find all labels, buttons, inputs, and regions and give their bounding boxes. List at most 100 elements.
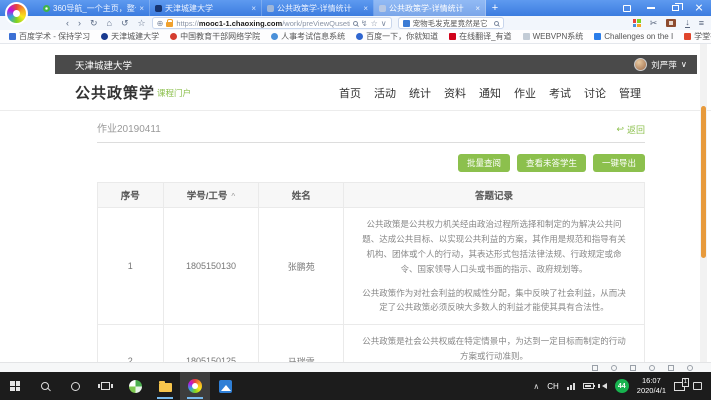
file-explorer-button[interactable]	[150, 372, 180, 400]
view-unanswered-button[interactable]: 查看未答学生	[517, 154, 586, 172]
browser-app-button[interactable]	[180, 372, 210, 400]
start-button[interactable]	[0, 372, 30, 400]
tab-close-icon[interactable]: ×	[475, 4, 480, 13]
tray-chevron-up-icon[interactable]: ∧	[533, 382, 539, 391]
sort-asc-icon[interactable]: ^	[231, 192, 235, 201]
tray-clock[interactable]: 16:07 2020/4/1	[637, 376, 666, 396]
nav-activity[interactable]: 活动	[374, 85, 396, 101]
bookmark-item[interactable]: 百度一下，你就知道	[356, 31, 438, 42]
notification-center-icon[interactable]	[693, 382, 702, 390]
nav-homework[interactable]: 作业	[514, 85, 536, 101]
apps-grid-icon[interactable]	[633, 19, 641, 27]
taskbar-search-button[interactable]	[30, 372, 60, 400]
volume-icon[interactable]	[602, 383, 607, 389]
search-box[interactable]: 宠物毛发克星竟然是它	[398, 17, 504, 29]
tab-favicon-icon	[267, 5, 274, 12]
video-tool-icon[interactable]	[666, 19, 676, 27]
skin-icon	[623, 5, 631, 12]
cortana-button[interactable]	[60, 372, 90, 400]
windows-taskbar: ∧ CH 44 16:07 2020/4/1 1	[0, 372, 711, 400]
home-icon[interactable]: ⌂	[107, 19, 112, 28]
avatar	[634, 58, 647, 71]
folder-icon	[159, 383, 172, 392]
tab-close-icon[interactable]: ×	[251, 4, 256, 13]
search-suggestion-text[interactable]: 宠物毛发克星竟然是它	[413, 18, 491, 29]
antivirus-app-button[interactable]	[120, 372, 150, 400]
course-portal-link[interactable]: 课程门户	[157, 87, 191, 99]
minimize-icon	[647, 7, 655, 9]
screenshot-scissors-icon[interactable]: ✂	[650, 18, 658, 29]
nav-manage[interactable]: 管理	[619, 85, 641, 101]
theme-skin-button[interactable]	[615, 0, 639, 16]
tab-university[interactable]: 天津城建大学 ×	[150, 0, 262, 16]
battery-icon[interactable]	[583, 383, 594, 389]
quick-share-icon[interactable]	[592, 365, 598, 371]
quick-mute-icon[interactable]	[649, 365, 655, 371]
minimize-button[interactable]	[639, 0, 663, 16]
bookmark-star-icon[interactable]: ☆	[371, 19, 378, 28]
browser-bottom-bar	[0, 362, 711, 372]
quick-print-icon[interactable]	[630, 365, 636, 371]
tab-stats-active[interactable]: 公共政策学-详情统计 ×	[374, 0, 486, 16]
bookmark-item[interactable]: 学堂在线 - FMGate	[684, 31, 711, 42]
language-indicator[interactable]: CH	[547, 382, 559, 391]
favorite-icon[interactable]: ☆	[138, 19, 146, 28]
back-link[interactable]: ↩ 返回	[616, 123, 645, 136]
quick-panel-icon[interactable]	[668, 365, 674, 371]
tab-360-nav[interactable]: 360导航_一个主页，整个世界 ×	[38, 0, 150, 16]
history-icon[interactable]: ↺	[121, 19, 129, 28]
forward-icon[interactable]: ›	[78, 19, 81, 28]
page-scrollbar[interactable]	[700, 44, 707, 362]
browser-logo-icon[interactable]	[5, 2, 28, 25]
tab-close-icon[interactable]: ×	[363, 4, 368, 13]
bookmark-item[interactable]: WEBVPN系统	[523, 31, 584, 42]
back-icon[interactable]: ‹	[66, 19, 69, 28]
download-icon[interactable]: ↓	[685, 18, 690, 28]
bookmark-item[interactable]: 在线翻译_有道	[449, 31, 511, 42]
quick-zoom-icon[interactable]	[687, 365, 693, 371]
tab-stats-1[interactable]: 公共政策学-详情统计 ×	[262, 0, 374, 16]
tab-favicon-icon	[155, 5, 162, 12]
task-view-button[interactable]	[90, 372, 120, 400]
bookmark-item[interactable]: Challenges on the I	[594, 32, 673, 41]
cell-student-id: 1805150130	[163, 208, 259, 325]
refresh-icon[interactable]: ↻	[90, 19, 98, 28]
window-stack-icon[interactable]: 1	[674, 382, 685, 391]
bookmark-favicon-icon	[449, 33, 456, 40]
bookmark-item[interactable]: 人事考试信息系统	[271, 31, 345, 42]
nav-exam[interactable]: 考试	[549, 85, 571, 101]
bookmark-item[interactable]: 百度学术 - 保持学习	[9, 31, 90, 42]
nav-stats[interactable]: 统计	[409, 85, 431, 101]
user-menu[interactable]: 刘严萍 ∨	[634, 58, 687, 71]
cell-no: 1	[98, 208, 164, 325]
header-student-id[interactable]: 学号/工号^	[163, 183, 259, 208]
address-bar[interactable]: ⊕ https://mooc1-1.chaoxing.com/work/preV…	[152, 17, 392, 29]
photos-app-button[interactable]	[210, 372, 240, 400]
acceleration-ball[interactable]: 44	[615, 379, 629, 393]
bookmark-item[interactable]: 中国教育干部网络学院	[170, 31, 260, 42]
menu-icon[interactable]: ≡	[699, 18, 704, 28]
bookmark-item[interactable]: 天津城建大学	[101, 31, 159, 42]
pinwheel-icon	[129, 380, 142, 393]
bookmark-favicon-icon	[170, 33, 177, 40]
nav-home[interactable]: 首页	[339, 85, 361, 101]
answers-table: 序号 学号/工号^ 姓名 答题记录 1 1805150130 张鹏苑 公共政策是…	[97, 182, 645, 362]
nav-notice[interactable]: 通知	[479, 85, 501, 101]
export-button[interactable]: 一键导出	[593, 154, 645, 172]
quick-capture-icon[interactable]	[611, 365, 617, 371]
batch-review-button[interactable]: 批量查阅	[458, 154, 510, 172]
url-text[interactable]: https://mooc1-1.chaoxing.com/work/preVie…	[176, 19, 350, 28]
close-button[interactable]	[687, 0, 711, 16]
shield-icon[interactable]: ⊕	[157, 19, 164, 28]
url-dropdown-icon[interactable]: ∨	[381, 19, 387, 28]
tab-close-icon[interactable]: ×	[139, 4, 144, 13]
speed-mode-icon[interactable]: ↯	[361, 19, 368, 28]
network-icon[interactable]	[567, 383, 575, 390]
search-in-page-icon[interactable]	[353, 21, 358, 26]
scrollbar-thumb[interactable]	[701, 106, 706, 258]
search-icon[interactable]	[494, 21, 499, 26]
nav-materials[interactable]: 资料	[444, 85, 466, 101]
nav-discussion[interactable]: 讨论	[584, 85, 606, 101]
restore-button[interactable]	[663, 0, 687, 16]
new-tab-button[interactable]: +	[486, 0, 504, 16]
